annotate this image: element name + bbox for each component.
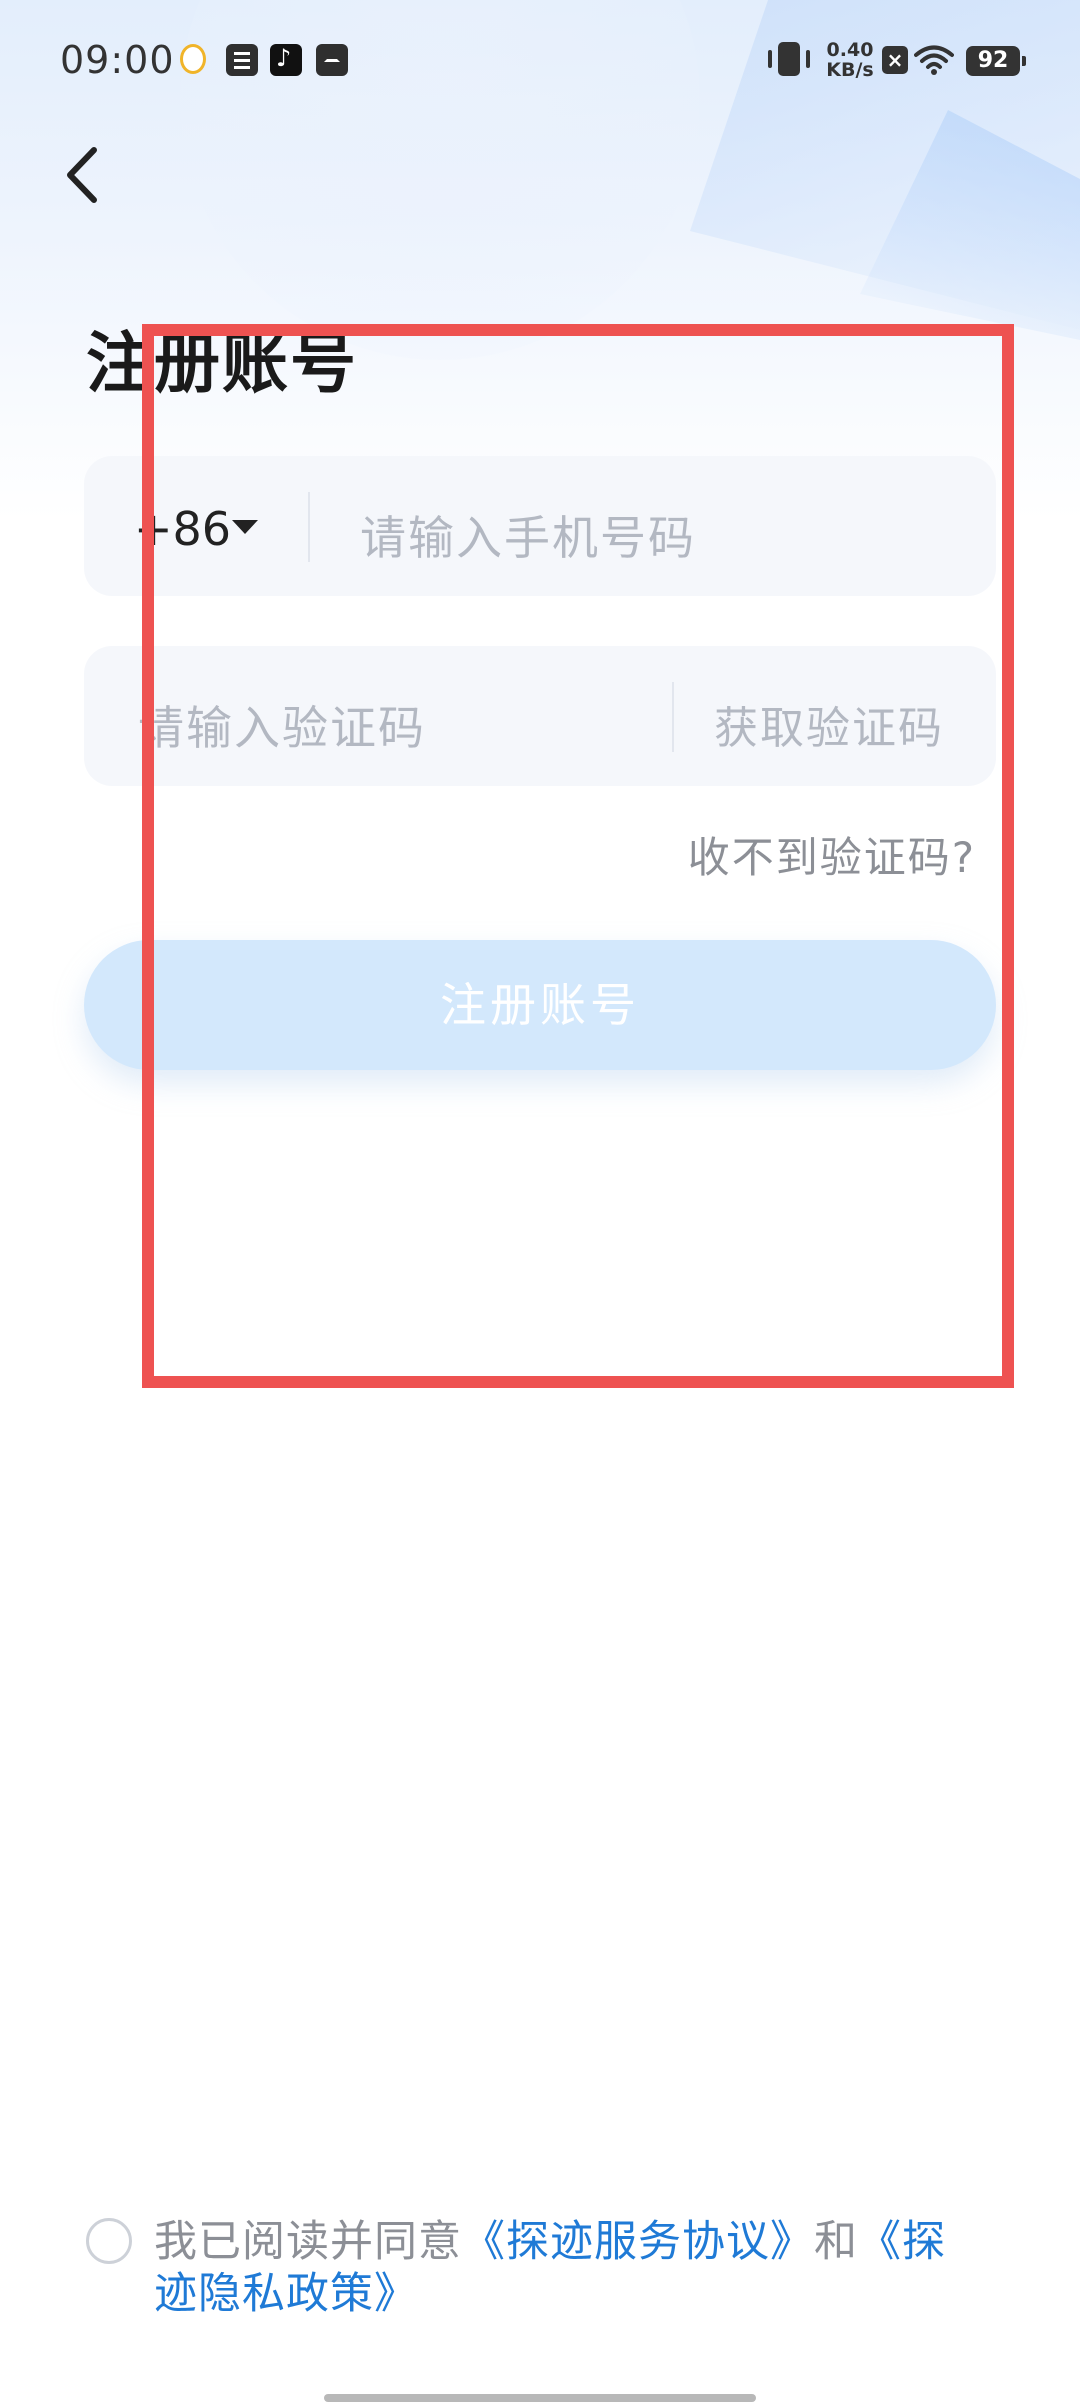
network-speed: 0.40 KB/s <box>820 40 880 80</box>
verification-code-input[interactable]: 请输入验证码 <box>138 692 426 758</box>
phone-field[interactable]: +86 请输入手机号码 <box>84 456 996 596</box>
country-code-selector[interactable]: +86 <box>134 502 231 556</box>
divider <box>308 492 310 562</box>
chevron-left-icon[interactable] <box>58 140 118 210</box>
get-code-button[interactable]: 获取验证码 <box>714 692 944 756</box>
divider <box>672 682 674 752</box>
wifi-icon <box>914 45 954 75</box>
document-icon <box>226 44 258 76</box>
battery-icon: 92 <box>966 46 1026 76</box>
agreement-connector: 和 <box>814 2217 858 2267</box>
home-indicator[interactable] <box>324 2394 756 2402</box>
status-bar: 09:00 0.40 KB/s × 92 <box>0 0 1080 130</box>
network-speed-unit: KB/s <box>826 59 874 81</box>
mail-icon <box>316 44 348 76</box>
page-title: 注册账号 <box>86 325 358 402</box>
agreement-prefix: 我已阅读并同意 <box>154 2217 462 2267</box>
tiktok-icon <box>270 44 302 76</box>
verification-code-field[interactable]: 请输入验证码 获取验证码 <box>84 646 996 786</box>
status-time: 09:00 <box>60 38 175 82</box>
vibrate-icon <box>768 42 810 76</box>
cant-receive-code-link[interactable]: 收不到验证码? <box>688 824 976 885</box>
agreement-text: 我已阅读并同意《探迹服务协议》和《探迹隐私政策》 <box>154 2216 984 2320</box>
service-agreement-link[interactable]: 《探迹服务协议》 <box>462 2217 814 2267</box>
network-speed-value: 0.40 <box>826 39 874 61</box>
agreement-checkbox[interactable] <box>86 2218 132 2264</box>
phone-input[interactable]: 请输入手机号码 <box>360 502 696 568</box>
caret-down-icon[interactable] <box>232 520 258 534</box>
register-button[interactable]: 注册账号 <box>84 940 996 1070</box>
qq-icon <box>180 44 206 74</box>
no-sim-icon: × <box>882 46 908 74</box>
